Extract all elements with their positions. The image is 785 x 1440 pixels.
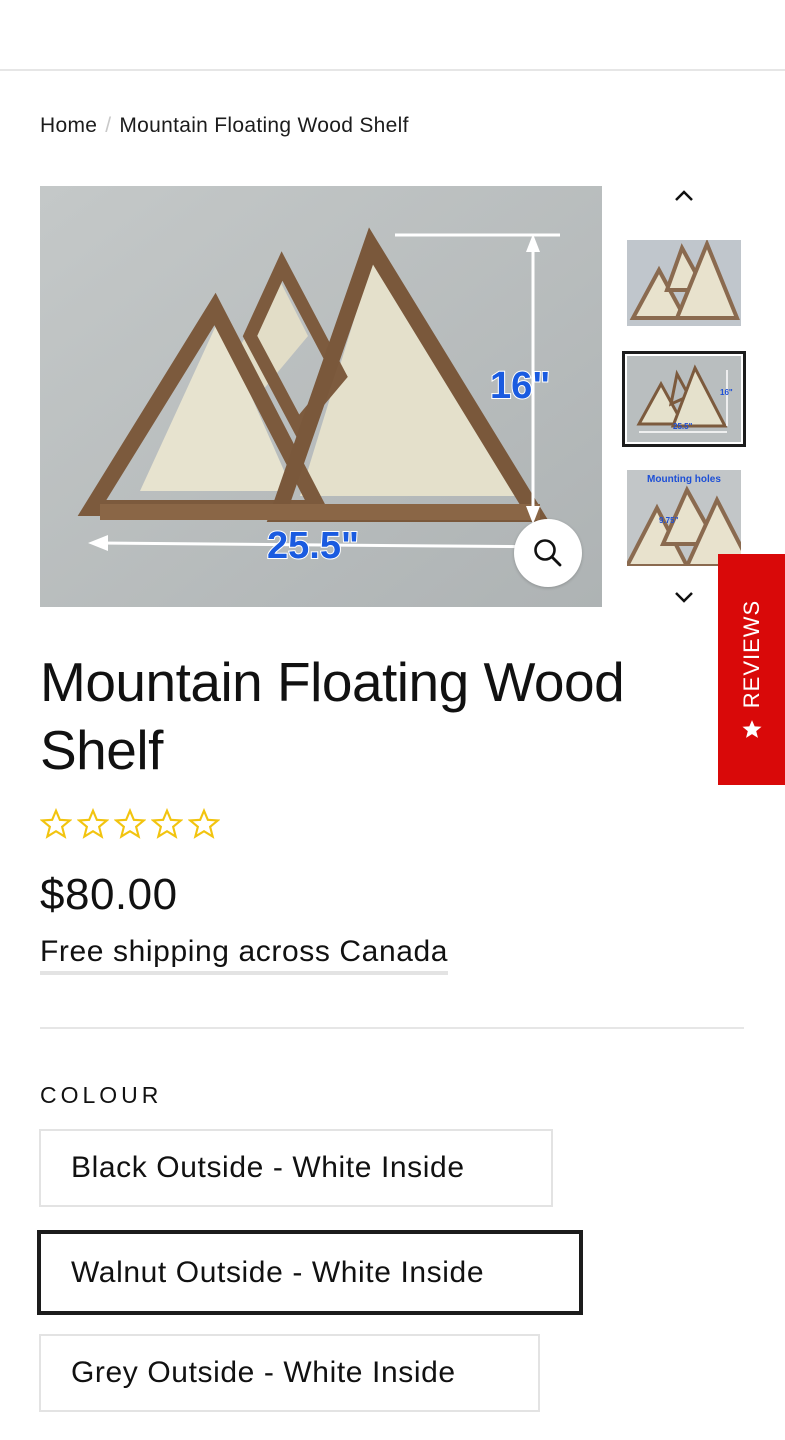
reviews-tab-label: REVIEWS [738,599,764,708]
rating-stars[interactable] [40,808,220,840]
thumbnail-next-button[interactable] [664,585,704,613]
dimension-height-label: 16" [490,365,550,407]
thumbnail-3[interactable]: Mounting holes 9.75" [627,470,741,566]
product-title: Mountain Floating Wood Shelf [40,651,625,781]
site-header [0,0,785,71]
thumbnail-mounting-label: Mounting holes [647,474,721,485]
breadcrumb-current: Mountain Floating Wood Shelf [119,114,409,137]
thumbnail-1[interactable] [627,240,741,326]
colour-option-grey[interactable]: Grey Outside - White Inside [39,1334,540,1412]
colour-option-label-text: Black Outside - White Inside [71,1151,465,1184]
star-icon [741,719,762,738]
colour-option-black[interactable]: Black Outside - White Inside [39,1129,553,1207]
colour-option-label-text: Grey Outside - White Inside [71,1356,456,1389]
thumbnail-2[interactable]: 16" 25.5" [622,351,746,447]
star-icon [40,808,72,839]
breadcrumb-separator: / [105,114,112,137]
colour-option-walnut[interactable]: Walnut Outside - White Inside [37,1230,583,1315]
thumbnail-prev-button[interactable] [664,184,704,212]
star-icon [114,808,146,839]
thumbnail-dim-height: 16" [720,388,733,397]
breadcrumb-home-link[interactable]: Home [40,114,97,137]
thumbnail-dim: 9.75" [659,516,679,525]
search-icon [534,539,562,567]
divider [40,1027,744,1029]
breadcrumb: Home / Mountain Floating Wood Shelf [40,114,409,138]
zoom-button[interactable] [514,519,582,587]
colour-option-label-text: Walnut Outside - White Inside [71,1255,485,1289]
colour-option-label: COLOUR [40,1082,163,1108]
chevron-down-icon [675,592,693,603]
star-icon [77,808,109,839]
star-icon [151,808,183,839]
star-icon [188,808,220,839]
chevron-up-icon [675,190,693,201]
reviews-tab[interactable]: REVIEWS [718,554,785,785]
dimension-width-label: 25.5" [267,525,359,567]
thumbnail-image [627,240,741,326]
thumbnail-dim-width: 25.5" [673,422,693,431]
product-price: $80.00 [40,870,178,919]
shipping-info-link[interactable]: Free shipping across Canada [40,935,449,975]
